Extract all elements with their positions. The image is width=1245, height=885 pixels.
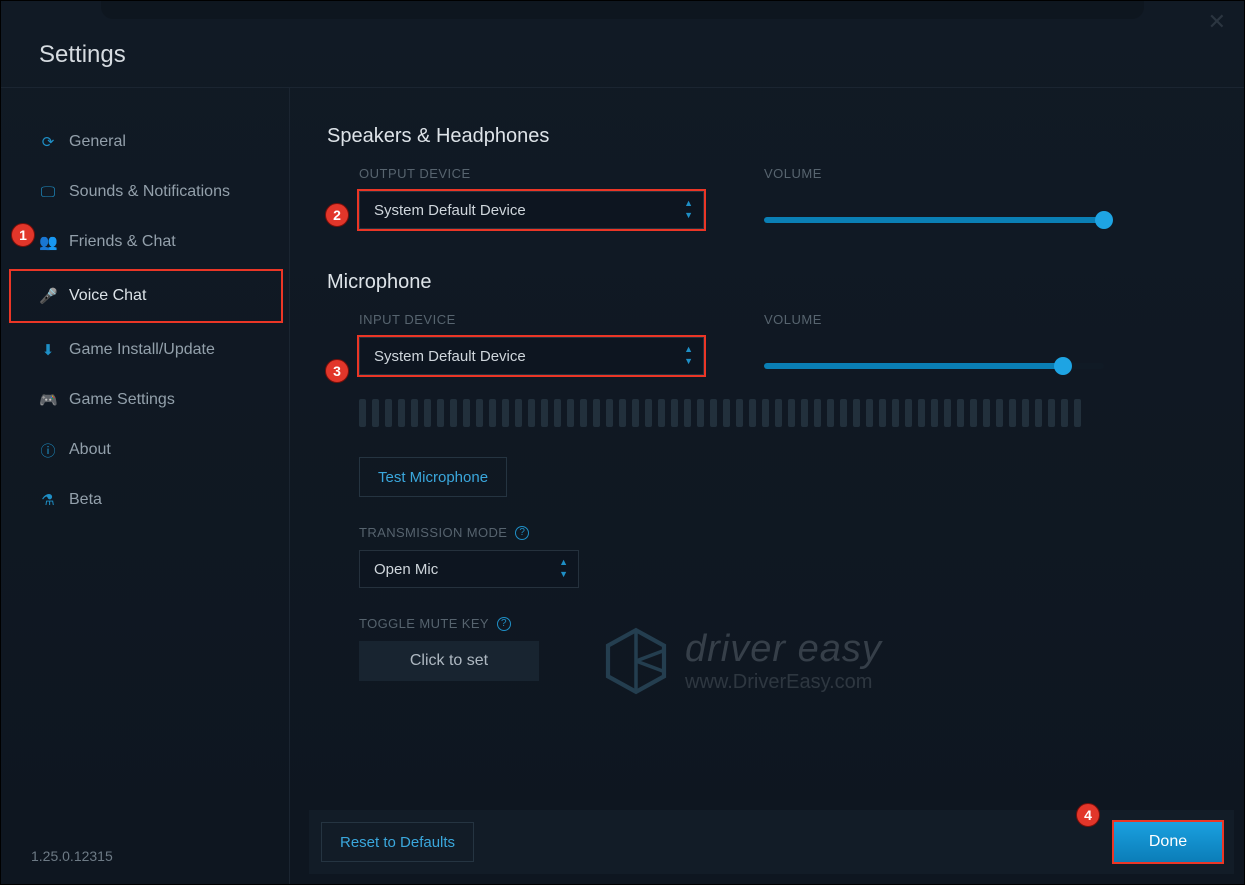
sidebar-item-label: About xyxy=(69,441,111,459)
settings-window: ✕ Settings ⟳ General 🖵 Sounds & Notifica… xyxy=(0,0,1245,885)
sidebar-item-label: General xyxy=(69,133,126,151)
input-device-label: INPUT DEVICE xyxy=(359,312,704,327)
annotation-badge-3: 3 xyxy=(325,359,349,383)
output-device-select[interactable]: System Default Device ▲▼ xyxy=(359,191,704,229)
download-icon: ⬇ xyxy=(39,341,57,359)
output-device-label: OUTPUT DEVICE xyxy=(359,166,704,181)
flask-icon: ⚗ xyxy=(39,491,57,509)
section-heading-microphone: Microphone xyxy=(327,271,1224,294)
section-heading-speakers: Speakers & Headphones xyxy=(327,125,1224,148)
divider xyxy=(1,87,1244,88)
sidebar: ⟳ General 🖵 Sounds & Notifications 👥 Fri… xyxy=(1,97,291,884)
mic-icon: 🎤 xyxy=(39,287,57,305)
watermark-title: driver easy xyxy=(685,628,882,671)
people-icon: 👥 xyxy=(39,233,57,251)
done-button[interactable]: Done xyxy=(1114,822,1222,862)
output-volume-slider[interactable] xyxy=(764,217,1104,223)
sidebar-item-label: Beta xyxy=(69,491,102,509)
input-volume-label: VOLUME xyxy=(764,312,1109,327)
annotation-badge-1: 1 xyxy=(11,223,35,247)
input-device-select[interactable]: System Default Device ▲▼ xyxy=(359,337,704,375)
gamepad-icon: 🎮 xyxy=(39,391,57,409)
transmission-mode-value: Open Mic xyxy=(374,561,438,578)
sidebar-item-label: Friends & Chat xyxy=(69,233,176,251)
sidebar-item-label: Voice Chat xyxy=(69,287,146,305)
sidebar-item-friends[interactable]: 👥 Friends & Chat xyxy=(1,217,291,267)
help-icon[interactable]: ? xyxy=(497,617,511,631)
watermark-url: www.DriverEasy.com xyxy=(685,671,882,694)
sidebar-item-label: Game Settings xyxy=(69,391,175,409)
updown-icon: ▲▼ xyxy=(684,344,693,366)
annotation-badge-4: 4 xyxy=(1076,803,1100,827)
test-microphone-button[interactable]: Test Microphone xyxy=(359,457,507,497)
transmission-mode-label: TRANSMISSION MODE ? xyxy=(359,525,1224,540)
info-icon: ⓘ xyxy=(39,440,57,461)
annotation-badge-2: 2 xyxy=(325,203,349,227)
transmission-mode-select[interactable]: Open Mic ▲▼ xyxy=(359,550,579,588)
sidebar-item-install[interactable]: ⬇ Game Install/Update xyxy=(1,325,291,375)
screen-icon: 🖵 xyxy=(39,184,57,201)
content-panel: Speakers & Headphones OUTPUT DEVICE Syst… xyxy=(309,97,1224,804)
sidebar-item-general[interactable]: ⟳ General xyxy=(1,117,291,167)
sidebar-item-label: Sounds & Notifications xyxy=(69,183,230,201)
sidebar-item-beta[interactable]: ⚗ Beta xyxy=(1,475,291,525)
output-volume-label: VOLUME xyxy=(764,166,1109,181)
watermark-logo-icon xyxy=(601,626,671,696)
input-device-value: System Default Device xyxy=(374,348,526,365)
sidebar-item-game-settings[interactable]: 🎮 Game Settings xyxy=(1,375,291,425)
page-title: Settings xyxy=(39,41,126,69)
toggle-mute-key-button[interactable]: Click to set xyxy=(359,641,539,681)
reset-defaults-button[interactable]: Reset to Defaults xyxy=(321,822,474,862)
mic-level-meter xyxy=(359,399,1224,427)
close-icon[interactable]: ✕ xyxy=(1208,9,1226,35)
input-volume-slider[interactable] xyxy=(764,363,1104,369)
sidebar-item-sounds[interactable]: 🖵 Sounds & Notifications xyxy=(1,167,291,217)
updown-icon: ▲▼ xyxy=(559,557,568,579)
refresh-icon: ⟳ xyxy=(39,133,57,151)
updown-icon: ▲▼ xyxy=(684,198,693,220)
watermark: driver easy www.DriverEasy.com xyxy=(601,626,1141,696)
sidebar-item-about[interactable]: ⓘ About xyxy=(1,425,291,475)
output-device-value: System Default Device xyxy=(374,202,526,219)
sidebar-item-voice-chat[interactable]: 🎤 Voice Chat xyxy=(11,271,281,321)
sidebar-item-label: Game Install/Update xyxy=(69,341,215,359)
version-text: 1.25.0.12315 xyxy=(31,848,113,864)
help-icon[interactable]: ? xyxy=(515,526,529,540)
top-shadow xyxy=(101,1,1144,19)
